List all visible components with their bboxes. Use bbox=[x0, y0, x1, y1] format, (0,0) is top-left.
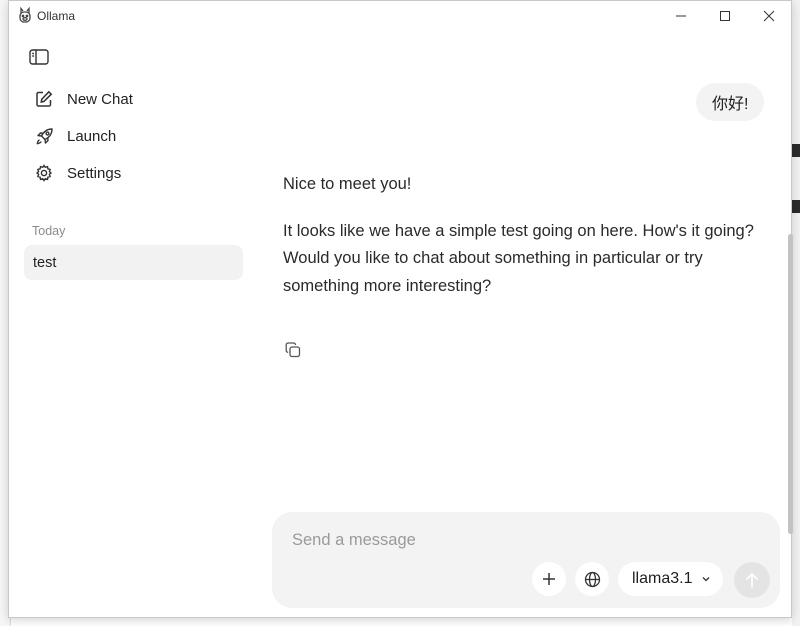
send-button[interactable] bbox=[734, 562, 770, 598]
sidebar-icon bbox=[29, 49, 49, 65]
chat-history-label: test bbox=[33, 254, 57, 271]
chat-main: 你好! Nice to meet you! It looks like we h… bbox=[259, 31, 793, 617]
ollama-window: Ollama New Chat Launch Settings Today te… bbox=[8, 0, 793, 618]
close-button[interactable] bbox=[747, 1, 791, 31]
message-composer: llama3.1 bbox=[272, 512, 780, 608]
background-bar bbox=[792, 144, 800, 157]
assistant-paragraph: Nice to meet you! bbox=[283, 175, 412, 193]
window-title: Ollama bbox=[37, 9, 76, 23]
sidebar-item-label: New Chat bbox=[67, 90, 133, 108]
maximize-button[interactable] bbox=[703, 1, 747, 31]
section-header-today: Today bbox=[32, 224, 66, 238]
minimize-button[interactable] bbox=[659, 1, 703, 31]
sidebar-item-new-chat[interactable]: New Chat bbox=[23, 82, 243, 116]
compose-icon bbox=[33, 88, 55, 110]
plus-icon bbox=[543, 573, 555, 585]
globe-icon bbox=[584, 571, 600, 587]
sidebar-item-settings[interactable]: Settings bbox=[23, 156, 243, 190]
title-bar[interactable]: Ollama bbox=[9, 1, 791, 31]
model-selector[interactable]: llama3.1 bbox=[618, 562, 724, 596]
chat-history-item[interactable]: test bbox=[24, 245, 243, 280]
model-name: llama3.1 bbox=[632, 570, 693, 587]
sidebar-item-label: Launch bbox=[67, 127, 117, 145]
assistant-paragraph: It looks like we have a simple test goin… bbox=[283, 221, 754, 295]
llama-logo-icon bbox=[18, 6, 32, 23]
minimize-icon bbox=[676, 15, 686, 17]
background-bar bbox=[792, 200, 800, 213]
message-input[interactable] bbox=[290, 526, 764, 554]
sidebar-item-launch[interactable]: Launch bbox=[23, 119, 243, 153]
sidebar: New Chat Launch Settings Today test bbox=[9, 31, 259, 617]
rocket-icon bbox=[33, 125, 55, 147]
assistant-message: Nice to meet you! It looks like we have … bbox=[283, 171, 773, 319]
close-icon bbox=[763, 10, 775, 22]
user-message-bubble: 你好! bbox=[696, 83, 765, 121]
add-attachment-button[interactable] bbox=[532, 562, 566, 596]
arrow-up-icon bbox=[746, 572, 758, 588]
copy-button[interactable] bbox=[283, 339, 303, 361]
background-window-right-edge bbox=[792, 0, 800, 626]
chevron-down-icon bbox=[701, 574, 711, 584]
copy-icon bbox=[285, 342, 301, 358]
web-search-button[interactable] bbox=[575, 562, 609, 596]
sidebar-toggle-button[interactable] bbox=[25, 45, 53, 69]
gear-icon bbox=[33, 162, 55, 184]
sidebar-item-label: Settings bbox=[67, 164, 122, 182]
scrollbar-thumb[interactable] bbox=[788, 234, 793, 534]
maximize-icon bbox=[720, 11, 730, 21]
